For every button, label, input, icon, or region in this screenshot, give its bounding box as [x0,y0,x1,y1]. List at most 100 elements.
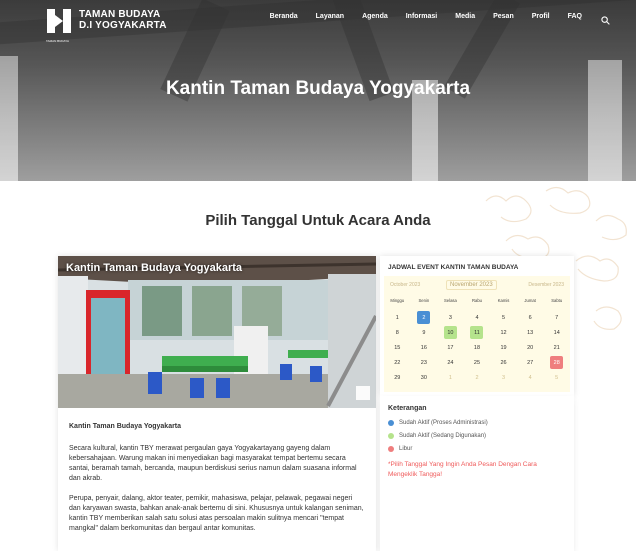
calendar-day[interactable]: 30 [411,370,438,385]
calendar-day[interactable]: 25 [464,355,491,370]
calendar-day-number: 17 [447,344,454,351]
nav-informasi[interactable]: Informasi [406,13,438,20]
site-logo[interactable]: TAMAN BUDAYA TAMAN BUDAYA D.I YOGYAKARTA [46,7,167,43]
calendar-day[interactable]: 7 [543,310,570,325]
page-title: Kantin Taman Budaya Yogyakarta [165,78,471,99]
legend-label: Sudah Aktif (Sedang Digunakan) [399,433,487,439]
nav-beranda[interactable]: Beranda [270,13,298,20]
calendar-day-number: 1 [395,314,399,321]
main-nav: Beranda Layanan Agenda Informasi Media P… [252,12,610,25]
calendar-day[interactable]: 10 [437,325,464,340]
calendar-day[interactable]: 17 [437,340,464,355]
calendar-day[interactable]: 11 [464,325,491,340]
calendar-day-number: 23 [420,359,427,366]
calendar-day-number: 27 [527,359,534,366]
calendar-day-number: 2 [417,311,431,324]
calendar-day[interactable]: 1 [384,310,411,325]
section-title: Pilih Tanggal Untuk Acara Anda [205,212,431,229]
weekday-label: Senin [418,298,430,303]
calendar-day[interactable]: 24 [437,355,464,370]
legend-dot-green [388,433,394,439]
calendar-day[interactable]: 15 [384,340,411,355]
venue-heading: Kantin Taman Budaya Yogyakarta [69,423,182,430]
current-month-label: November 2023 [446,280,497,290]
calendar-day[interactable]: 20 [517,340,544,355]
calendar-day[interactable]: 5 [490,310,517,325]
nav-faq[interactable]: FAQ [568,13,582,20]
prev-month-button[interactable]: October 2023 [390,282,420,288]
weekday-header: Minggu Senin Selasa Rabu Kamis Jumat Sabtu [384,298,570,303]
logo-mark-caption: TAMAN BUDAYA [46,39,70,43]
calendar-day-number: 2 [475,374,479,381]
calendar-title: JADWAL EVENT KANTIN TAMAN BUDAYA [388,264,519,271]
logo-mark-icon: TAMAN BUDAYA [46,7,72,43]
legend-note: *Pilih Tanggal Yang Ingin Anda Pesan Den… [388,461,537,478]
calendar-day[interactable]: 3 [490,370,517,385]
calendar-day[interactable]: 21 [543,340,570,355]
brand-line-2: D.I YOGYAKARTA [79,20,167,31]
calendar-day[interactable]: 2 [411,310,438,325]
calendar-day[interactable]: 26 [490,355,517,370]
calendar-day-number: 19 [500,344,507,351]
calendar-day[interactable]: 27 [517,355,544,370]
legend-dot-red [388,446,394,452]
venue-photo: Kantin Taman Budaya Yogyakarta [58,256,376,408]
calendar-day[interactable]: 12 [490,325,517,340]
calendar-legend: Keterangan Sudah Aktif (Proses Administr… [380,396,574,551]
calendar-day-number: 12 [500,329,507,336]
nav-profil[interactable]: Profil [532,13,550,20]
calendar-day[interactable]: 9 [411,325,438,340]
next-month-button[interactable]: Desember 2023 [528,282,564,288]
calendar-day[interactable]: 3 [437,310,464,325]
calendar-day-number: 29 [394,374,401,381]
calendar-day-number: 9 [422,329,426,336]
calendar-day[interactable]: 4 [464,310,491,325]
calendar-day-number: 14 [553,329,560,336]
calendar-day[interactable]: 19 [490,340,517,355]
venue-card: Kantin Taman Budaya Yogyakarta Kantin Ta… [58,256,376,551]
nav-layanan[interactable]: Layanan [316,13,344,20]
calendar-day[interactable]: 1 [437,370,464,385]
weekday-label: Rabu [471,298,482,303]
nav-media[interactable]: Media [455,13,475,20]
calendar-grid: 1 2 3 4 5 6 7 8 9 10 11 12 13 14 15 16 17 18 19 20 21 22 23 24 2… [384,310,570,385]
nav-agenda[interactable]: Agenda [362,13,388,20]
legend-item-libur: Libur [388,446,412,452]
weekday-label: Minggu [390,298,405,303]
weekday-label: Kamis [497,298,510,303]
calendar-day[interactable]: 14 [543,325,570,340]
nav-pesan[interactable]: Pesan [493,13,514,20]
calendar-day[interactable]: 16 [411,340,438,355]
calendar-day-number: 20 [527,344,534,351]
hero-banner: TAMAN BUDAYA TAMAN BUDAYA D.I YOGYAKARTA… [0,0,636,181]
calendar-day-number: 3 [502,374,506,381]
calendar-day[interactable]: 28 [543,355,570,370]
calendar-day-number: 5 [502,314,506,321]
weekday-label: Selasa [444,298,457,303]
calendar-day[interactable]: 29 [384,370,411,385]
calendar-day[interactable]: 4 [517,370,544,385]
legend-title: Keterangan [388,405,427,412]
legend-label: Sudah Aktif (Proses Administrasi) [399,420,488,426]
calendar-day[interactable]: 8 [384,325,411,340]
brand-line-1: TAMAN BUDAYA [79,9,161,20]
calendar-day[interactable]: 5 [543,370,570,385]
calendar-day-number: 6 [528,314,532,321]
calendar-day[interactable]: 2 [464,370,491,385]
calendar-day-number: 22 [394,359,401,366]
calendar-day-number: 28 [550,356,564,369]
calendar-day-number: 30 [420,374,427,381]
calendar-day-number: 3 [448,314,452,321]
search-icon[interactable] [601,12,610,25]
calendar-day[interactable]: 18 [464,340,491,355]
calendar-day[interactable]: 23 [411,355,438,370]
calendar-day-number: 4 [475,314,479,321]
calendar-day[interactable]: 13 [517,325,544,340]
calendar-day-number: 8 [395,329,399,336]
legend-item-administrasi: Sudah Aktif (Proses Administrasi) [388,420,488,426]
calendar-day[interactable]: 6 [517,310,544,325]
calendar-day-number: 13 [527,329,534,336]
calendar-day[interactable]: 22 [384,355,411,370]
calendar-day-number: 18 [473,344,481,351]
venue-description-2: Perupa, penyair, dalang, aktor teater, p… [69,495,364,532]
